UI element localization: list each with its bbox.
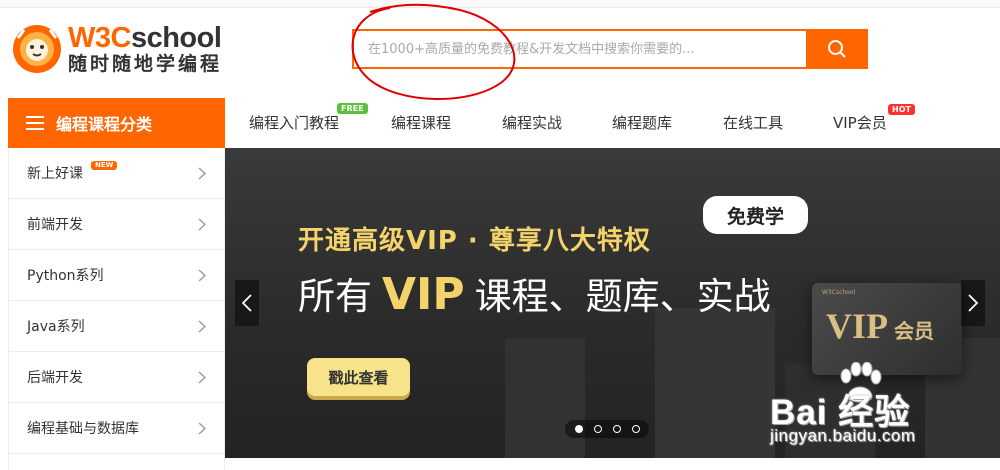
- nav-item-practice[interactable]: 编程实战: [502, 98, 562, 148]
- logo-wordmark: W3Cschool: [68, 23, 222, 53]
- free-learn-tag: 免费学: [703, 196, 808, 234]
- chevron-right-icon: [198, 218, 206, 231]
- banner-headline: 开通高级VIP · 尊享八大特权: [298, 226, 651, 256]
- banner-next-button[interactable]: [961, 280, 985, 326]
- menu-icon: [26, 116, 44, 130]
- search-button[interactable]: [806, 29, 868, 69]
- banner-sub-prefix: 所有: [298, 275, 372, 318]
- sidebar-item-frontend[interactable]: 前端开发: [9, 199, 224, 250]
- banner-decor-block: [785, 363, 875, 458]
- promo-banner[interactable]: 开通高级VIP · 尊享八大特权 所有 VIP 课程、题库、实战 戳此查看 免费学 …: [225, 148, 1000, 458]
- nav-label: 编程实战: [502, 114, 563, 132]
- carousel-dot-4[interactable]: [631, 425, 640, 433]
- carousel-dot-1[interactable]: [574, 425, 583, 433]
- sidebar-item-label: 编程基础与数据库: [27, 421, 139, 437]
- vip-card-title: VIP 会员: [826, 305, 934, 347]
- nav-item-question-bank[interactable]: 编程题库: [612, 98, 672, 148]
- chevron-right-icon: [198, 269, 206, 282]
- banner-decor-block: [505, 338, 585, 458]
- nav-item-courses[interactable]: 编程课程: [391, 98, 451, 148]
- nav-label: VIP会员: [833, 114, 887, 132]
- sidebar-item-new[interactable]: 新上好课 NEW: [9, 148, 224, 199]
- chevron-right-icon: [198, 371, 206, 384]
- hot-badge: HOT: [888, 104, 915, 115]
- sidebar-item-java[interactable]: Java系列: [9, 301, 224, 352]
- logo-school: school: [130, 22, 222, 54]
- category-menu-label: 编程课程分类: [56, 115, 153, 134]
- lion-logo-icon: [12, 24, 62, 74]
- new-badge: NEW: [91, 161, 118, 170]
- search-input[interactable]: [352, 29, 806, 69]
- nav-item-vip[interactable]: VIP会员 HOT: [833, 98, 915, 148]
- view-now-button[interactable]: 戳此查看: [307, 358, 410, 396]
- sidebar-item-basics-database[interactable]: 编程基础与数据库: [9, 403, 224, 454]
- carousel-dot-2[interactable]: [593, 425, 602, 433]
- nav-label: 编程入门教程: [249, 114, 340, 132]
- chevron-left-icon: [242, 294, 252, 312]
- search-icon: [828, 40, 846, 58]
- sidebar-item-label: Python系列: [27, 268, 104, 284]
- banner-subline: 所有 VIP 课程、题库、实战: [298, 266, 771, 320]
- top-strip: [0, 0, 1000, 8]
- vip-card-vip: VIP: [826, 306, 888, 346]
- banner-sub-vip: VIP: [382, 269, 465, 320]
- search-bar: [352, 29, 868, 69]
- banner-prev-button[interactable]: [235, 280, 259, 326]
- chevron-right-icon: [968, 294, 978, 312]
- sidebar-item-backend[interactable]: 后端开发: [9, 352, 224, 403]
- vip-card-member: 会员: [894, 319, 934, 343]
- nav-item-online-tools[interactable]: 在线工具: [723, 98, 783, 148]
- sidebar-item-label: 后端开发: [27, 370, 83, 386]
- sidebar-item-python[interactable]: Python系列: [9, 250, 224, 301]
- logo-w3c: W3C: [68, 22, 131, 54]
- sidebar-item-label: Java系列: [27, 319, 85, 335]
- sidebar-item-label: 前端开发: [27, 217, 83, 233]
- chevron-right-icon: [198, 320, 206, 333]
- carousel-dot-3[interactable]: [612, 425, 621, 433]
- sidebar-item-label: 新上好课: [27, 166, 83, 182]
- vip-member-card: W3Cschool VIP 会员: [812, 283, 962, 375]
- free-badge: FREE: [337, 103, 368, 114]
- nav-label: 编程课程: [391, 114, 452, 132]
- nav-label: 编程题库: [612, 114, 673, 132]
- category-menu-button[interactable]: 编程课程分类: [8, 98, 225, 148]
- banner-decor-block: [655, 308, 775, 458]
- carousel-indicator: [565, 420, 649, 438]
- chevron-right-icon: [198, 167, 206, 180]
- chevron-right-icon: [198, 422, 206, 435]
- nav-item-intro[interactable]: 编程入门教程 FREE: [249, 98, 368, 148]
- logo-tagline: 随时随地学编程: [68, 53, 223, 75]
- site-logo[interactable]: W3Cschool 随时随地学编程: [12, 20, 227, 78]
- nav-label: 在线工具: [723, 114, 784, 132]
- banner-sub-suffix: 课程、题库、实战: [474, 275, 771, 318]
- category-sidebar: 新上好课 NEW 前端开发 Python系列 Java系列 后端开发 编程基础与…: [8, 148, 225, 470]
- vip-card-brand: W3Cschool: [822, 289, 856, 296]
